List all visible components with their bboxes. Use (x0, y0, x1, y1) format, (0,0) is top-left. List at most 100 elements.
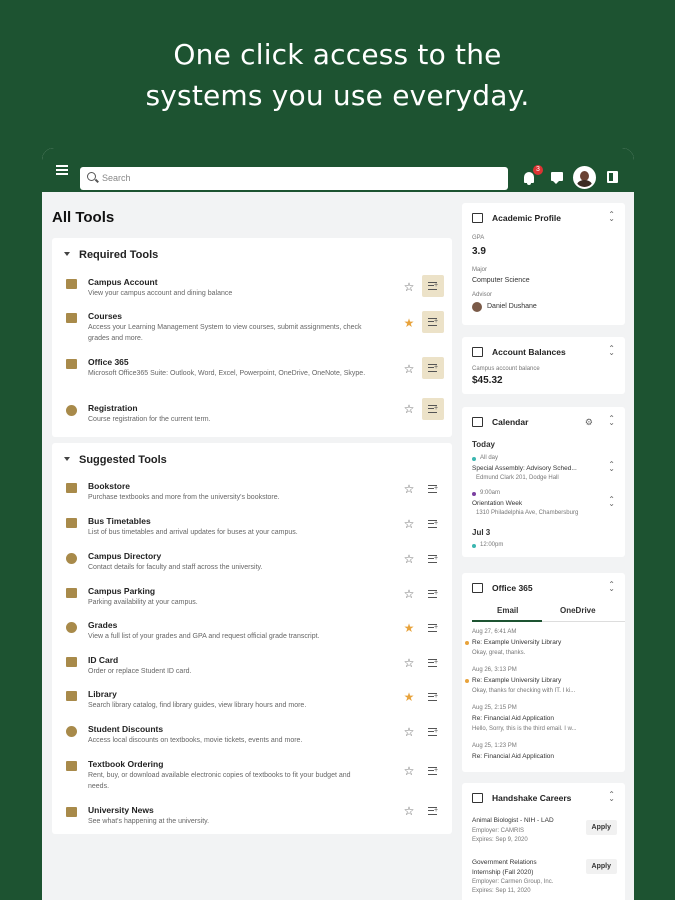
star-icon[interactable]: ☆ (403, 657, 415, 669)
suggested-tools-header[interactable]: Suggested Tools (64, 454, 167, 466)
card-title: Account Balances (492, 347, 566, 357)
star-filled-icon[interactable]: ★ (403, 691, 415, 703)
playlist-add-icon (428, 590, 438, 598)
main-content: All Tools Required Tools Campus Account … (42, 192, 634, 900)
event-title[interactable]: Special Assembly: Advisory Sched... (472, 465, 577, 472)
add-to-dashboard-button[interactable] (422, 275, 444, 297)
star-icon[interactable]: ☆ (403, 281, 415, 293)
playlist-add-icon (428, 520, 438, 528)
page-title: All Tools (52, 209, 115, 226)
star-filled-icon[interactable]: ★ (403, 317, 415, 329)
job-title[interactable]: Animal Biologist - NIH - LAD (472, 817, 554, 824)
playlist-add-icon (428, 624, 438, 632)
notification-badge: 3 (533, 165, 543, 175)
required-tools-header[interactable]: Required Tools (64, 249, 158, 261)
chat-icon[interactable] (551, 172, 563, 184)
tool-description: Order or replace Student ID card. (88, 668, 192, 675)
event-location: 1310 Philadelphia Ave, Chambersburg (476, 510, 579, 516)
apply-button[interactable]: Apply (585, 859, 617, 874)
card-title: Academic Profile (492, 213, 561, 223)
device-screen: Search 3 All Tools Required Tools Campus… (42, 148, 634, 900)
event-time: All day (480, 455, 499, 461)
tool-name: Library (88, 689, 117, 699)
add-to-dashboard-button[interactable] (422, 311, 444, 333)
add-to-dashboard-button[interactable] (422, 721, 444, 743)
reorder-icon[interactable]: ⌃ ⌄ (608, 415, 615, 427)
notification-bell-icon[interactable] (524, 172, 534, 185)
book-icon (66, 313, 78, 324)
star-filled-icon[interactable]: ★ (403, 622, 415, 634)
job-title[interactable]: Government Relations Internship (Fall 20… (472, 858, 567, 878)
star-icon[interactable]: ☆ (403, 518, 415, 530)
tool-name: Textbook Ordering (88, 759, 164, 769)
add-to-dashboard-button[interactable] (422, 548, 444, 570)
add-to-dashboard-button[interactable] (422, 583, 444, 605)
bookstore-icon (66, 483, 78, 494)
email-subject[interactable]: Re: Example University Library (472, 677, 561, 684)
add-to-dashboard-button[interactable] (422, 617, 444, 639)
add-to-dashboard-button[interactable] (422, 800, 444, 822)
reorder-icon[interactable]: ⌃ ⌄ (608, 581, 615, 593)
email-preview: Okay, great, thanks. (472, 650, 526, 656)
tab-email[interactable]: Email (497, 606, 518, 615)
reorder-icon[interactable]: ⌃ ⌄ (608, 791, 615, 803)
side-panel-toggle-icon[interactable] (607, 171, 618, 183)
wallet-icon (66, 279, 78, 290)
playlist-add-icon (428, 485, 438, 493)
add-to-dashboard-button[interactable] (422, 652, 444, 674)
tool-description: Microsoft Office365 Suite: Outlook, Word… (88, 370, 366, 377)
expand-icon[interactable]: ⌃ ⌄ (608, 496, 615, 508)
tab-indicator (472, 620, 542, 622)
add-to-dashboard-button[interactable] (422, 513, 444, 535)
star-icon[interactable]: ☆ (403, 726, 415, 738)
star-icon[interactable]: ☆ (403, 765, 415, 777)
star-icon[interactable]: ☆ (403, 588, 415, 600)
add-to-dashboard-button[interactable] (422, 686, 444, 708)
calendar-icon (472, 417, 483, 427)
id-card-icon (66, 657, 78, 668)
job-expires: Expires: Sep 11, 2020 (472, 888, 531, 894)
playlist-add-icon (428, 364, 438, 372)
tool-name: Bus Timetables (88, 516, 151, 526)
search-icon (87, 172, 96, 181)
email-subject[interactable]: Re: Example University Library (472, 639, 561, 646)
star-icon[interactable]: ☆ (403, 805, 415, 817)
playlist-add-icon (428, 318, 438, 326)
event-title[interactable]: Orientation Week (472, 500, 522, 507)
reorder-icon[interactable]: ⌃ ⌄ (608, 211, 615, 223)
avatar[interactable] (573, 166, 596, 189)
reorder-icon[interactable]: ⌃ ⌄ (608, 345, 615, 357)
menu-icon[interactable] (56, 165, 68, 175)
car-icon (66, 588, 78, 599)
add-to-dashboard-button[interactable] (422, 478, 444, 500)
balance-value: $45.32 (472, 375, 503, 386)
tool-description: Purchase textbooks and more from the uni… (88, 494, 280, 501)
tool-name: Student Discounts (88, 724, 164, 734)
tab-onedrive[interactable]: OneDrive (560, 606, 596, 615)
tool-description: Parking availability at your campus. (88, 599, 198, 606)
playlist-add-icon (428, 728, 438, 736)
add-to-dashboard-button[interactable] (422, 357, 444, 379)
gear-icon[interactable]: ⚙ (585, 417, 593, 428)
star-icon[interactable]: ☆ (403, 363, 415, 375)
star-icon[interactable]: ☆ (403, 403, 415, 415)
apply-button[interactable]: Apply (585, 820, 617, 835)
star-icon[interactable]: ☆ (403, 553, 415, 565)
star-icon[interactable]: ☆ (403, 483, 415, 495)
expand-icon[interactable]: ⌃ ⌄ (608, 461, 615, 473)
tool-name: University News (88, 805, 154, 815)
search-input[interactable]: Search (80, 167, 508, 190)
advisor-name[interactable]: Daniel Dushane (487, 303, 537, 310)
tool-name: Campus Account (88, 277, 158, 287)
tool-name: Courses (88, 311, 123, 321)
suggested-tools-card: Suggested Tools Bookstore Purchase textb… (52, 443, 452, 834)
email-subject[interactable]: Re: Financial Aid Application (472, 715, 554, 722)
event-dot (472, 492, 476, 496)
add-to-dashboard-button[interactable] (422, 760, 444, 782)
email-subject[interactable]: Re: Financial Aid Application (472, 753, 554, 760)
playlist-add-icon (428, 282, 438, 290)
tool-description: Search library catalog, find library gui… (88, 702, 307, 709)
event-dot (472, 457, 476, 461)
add-to-dashboard-button[interactable] (422, 398, 444, 420)
email-preview: Okay, thanks for checking with IT. I ki.… (472, 688, 576, 694)
